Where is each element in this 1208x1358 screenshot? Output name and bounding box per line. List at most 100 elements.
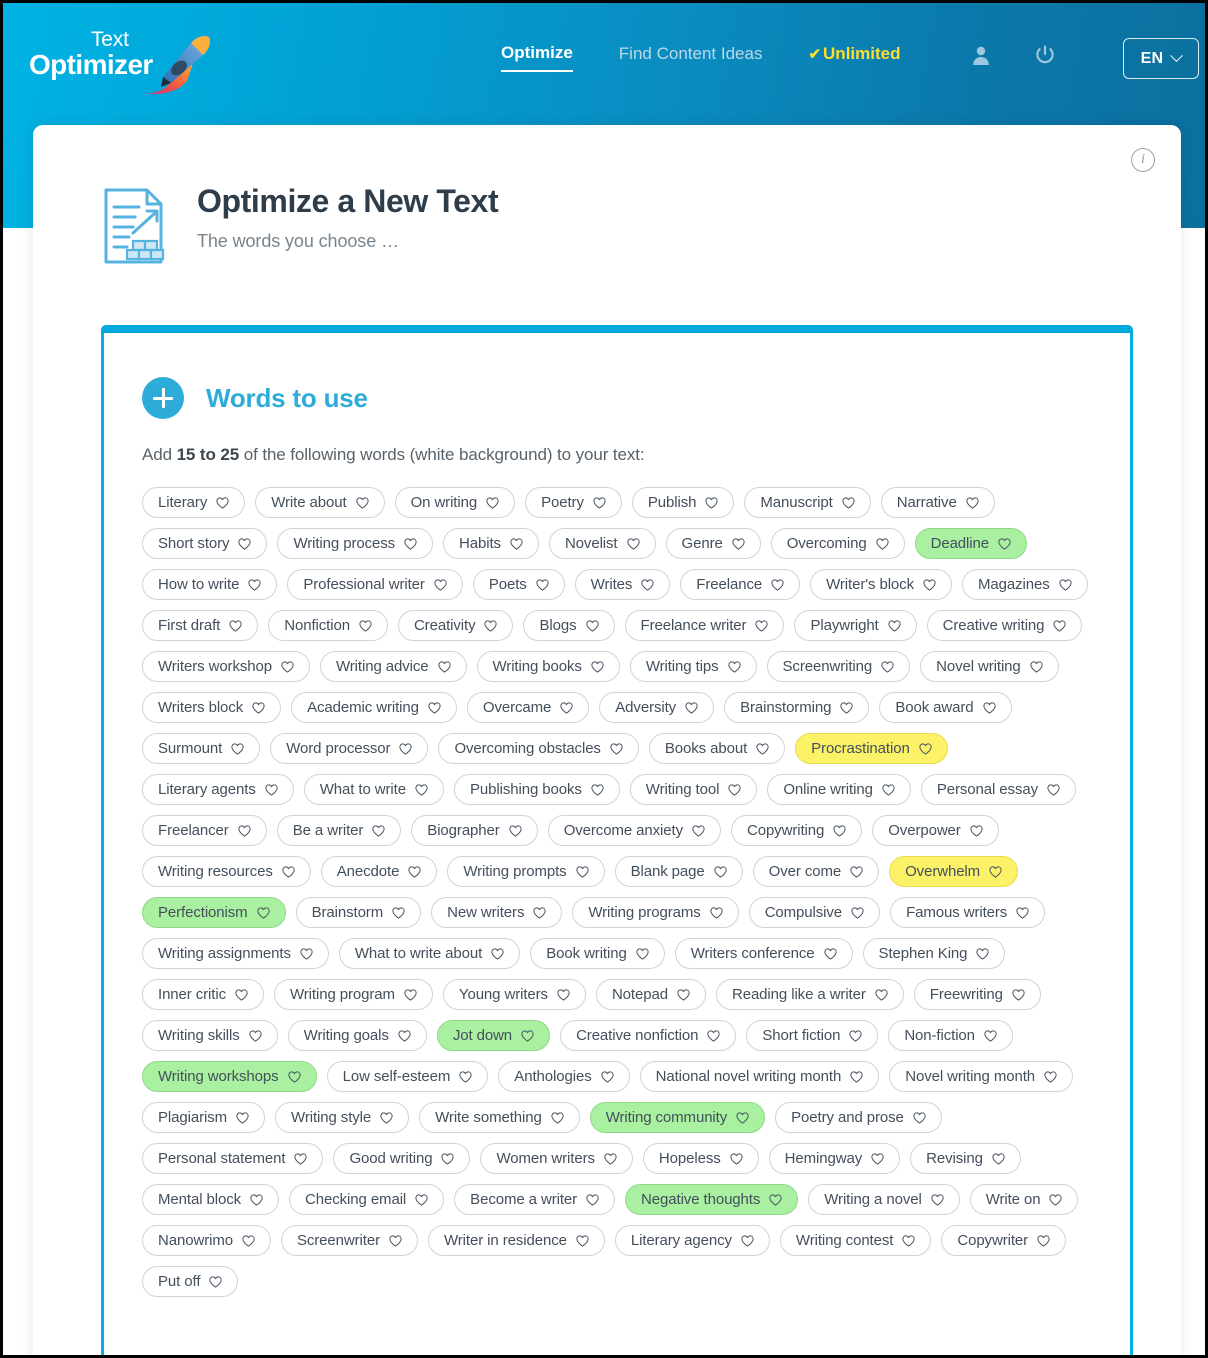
- word-tag[interactable]: Personal statement: [142, 1143, 324, 1174]
- word-tag-favorite-button[interactable]: [931, 1193, 944, 1206]
- word-tag-favorite-button[interactable]: [533, 906, 546, 919]
- word-tag[interactable]: Short story: [142, 528, 268, 559]
- word-tag-favorite-button[interactable]: [235, 988, 248, 1001]
- word-tag[interactable]: Put off: [142, 1266, 239, 1297]
- word-tag[interactable]: Brainstorming: [724, 692, 870, 723]
- word-tag[interactable]: Magazines: [961, 569, 1088, 600]
- word-tag[interactable]: Compulsive: [748, 897, 881, 928]
- word-tag[interactable]: Nanowrimo: [142, 1225, 271, 1256]
- word-tag-favorite-button[interactable]: [840, 701, 853, 714]
- word-tag[interactable]: Hopeless: [642, 1143, 759, 1174]
- word-tag[interactable]: Blogs: [523, 610, 615, 641]
- word-tag-favorite-button[interactable]: [437, 660, 451, 673]
- word-tag-favorite-button[interactable]: [600, 1070, 614, 1083]
- word-tag[interactable]: Jot down: [436, 1020, 551, 1051]
- word-tag[interactable]: New writers: [431, 897, 563, 928]
- word-tag[interactable]: Anecdote: [320, 856, 438, 887]
- word-tag-favorite-button[interactable]: [984, 1029, 997, 1042]
- word-tag-favorite-button[interactable]: [282, 865, 295, 878]
- word-tag-favorite-button[interactable]: [372, 824, 385, 837]
- word-tag[interactable]: Negative thoughts: [625, 1184, 799, 1215]
- word-tag-favorite-button[interactable]: [850, 1070, 863, 1083]
- word-tag[interactable]: Checking email: [289, 1184, 445, 1215]
- word-tag[interactable]: Mental block: [142, 1184, 280, 1215]
- word-tag-favorite-button[interactable]: [1049, 1193, 1063, 1206]
- word-tag[interactable]: Writes: [574, 569, 671, 600]
- word-tag[interactable]: Be a writer: [276, 815, 402, 846]
- word-tag-favorite-button[interactable]: [294, 1152, 308, 1165]
- word-tag[interactable]: Writing program: [274, 979, 433, 1010]
- word-tag-favorite-button[interactable]: [557, 988, 570, 1001]
- word-tag-favorite-button[interactable]: [998, 537, 1011, 550]
- word-tag-favorite-button[interactable]: [882, 783, 895, 796]
- word-tag[interactable]: Non-fiction: [888, 1020, 1013, 1051]
- word-tag-favorite-button[interactable]: [585, 619, 599, 632]
- word-tag[interactable]: Book writing: [530, 938, 665, 969]
- word-tag-favorite-button[interactable]: [1053, 619, 1067, 632]
- word-tag-favorite-button[interactable]: [1047, 783, 1060, 796]
- word-tag-favorite-button[interactable]: [769, 1193, 782, 1206]
- word-tag[interactable]: Hemingway: [768, 1143, 901, 1174]
- word-tag[interactable]: Revising: [910, 1143, 1021, 1174]
- word-tag[interactable]: Manuscript: [744, 487, 871, 518]
- word-tag-favorite-button[interactable]: [992, 1152, 1005, 1165]
- word-tag-favorite-button[interactable]: [510, 537, 523, 550]
- word-tag[interactable]: Poets: [472, 569, 565, 600]
- word-tag[interactable]: Freelance writer: [624, 610, 785, 641]
- word-tag-favorite-button[interactable]: [851, 906, 864, 919]
- word-tag-favorite-button[interactable]: [355, 496, 369, 509]
- word-tag[interactable]: Biographer: [411, 815, 538, 846]
- word-tag[interactable]: Low self-esteem: [326, 1061, 489, 1092]
- word-tag-favorite-button[interactable]: [441, 1152, 455, 1165]
- word-tag-favorite-button[interactable]: [359, 619, 372, 632]
- word-tag[interactable]: Literary: [142, 487, 246, 518]
- word-tag[interactable]: Writing prompts: [447, 856, 605, 887]
- word-tag[interactable]: Short fiction: [746, 1020, 879, 1051]
- word-tag[interactable]: First draft: [142, 610, 259, 641]
- word-tag[interactable]: Writing contest: [779, 1225, 932, 1256]
- word-tag[interactable]: Notepad: [595, 979, 706, 1010]
- word-tag-favorite-button[interactable]: [287, 1070, 301, 1083]
- word-tag[interactable]: How to write: [142, 569, 278, 600]
- word-tag[interactable]: Writing books: [476, 651, 620, 682]
- word-tag[interactable]: Word processor: [270, 733, 429, 764]
- word-tag-favorite-button[interactable]: [705, 496, 718, 509]
- word-tag[interactable]: Overcome anxiety: [547, 815, 721, 846]
- word-tag[interactable]: Overcame: [466, 692, 590, 723]
- word-tag[interactable]: Over come: [752, 856, 880, 887]
- word-tag-favorite-button[interactable]: [521, 1029, 534, 1042]
- word-tag-favorite-button[interactable]: [398, 1029, 411, 1042]
- word-tag[interactable]: Writing goals: [287, 1020, 427, 1051]
- word-tag[interactable]: Creative writing: [926, 610, 1083, 641]
- word-tag-favorite-button[interactable]: [626, 537, 640, 550]
- word-tag-favorite-button[interactable]: [389, 1234, 402, 1247]
- word-tag-favorite-button[interactable]: [576, 1234, 589, 1247]
- word-tag-favorite-button[interactable]: [1044, 1070, 1057, 1083]
- word-tag-favorite-button[interactable]: [692, 824, 705, 837]
- word-tag[interactable]: Writing tool: [629, 774, 758, 805]
- word-tag-favorite-button[interactable]: [265, 783, 278, 796]
- word-tag-favorite-button[interactable]: [966, 496, 979, 509]
- word-tag-favorite-button[interactable]: [641, 578, 654, 591]
- word-tag[interactable]: Professional writer: [287, 569, 463, 600]
- word-tag-favorite-button[interactable]: [902, 1234, 915, 1247]
- word-tag[interactable]: Online writing: [767, 774, 911, 805]
- word-tag[interactable]: Literary agents: [142, 774, 294, 805]
- nav-link-unlimited[interactable]: ✔ Unlimited: [808, 44, 900, 71]
- word-tag[interactable]: Writing style: [275, 1102, 410, 1133]
- word-tag[interactable]: Literary agency: [614, 1225, 770, 1256]
- word-tag[interactable]: Nonfiction: [268, 610, 388, 641]
- word-tag[interactable]: Overpower: [872, 815, 999, 846]
- word-tag[interactable]: Writing programs: [572, 897, 739, 928]
- word-tag-favorite-button[interactable]: [252, 701, 265, 714]
- word-tag[interactable]: Academic writing: [291, 692, 457, 723]
- word-tag-favorite-button[interactable]: [728, 783, 741, 796]
- word-tag-favorite-button[interactable]: [404, 988, 417, 1001]
- word-tag-favorite-button[interactable]: [242, 1234, 255, 1247]
- word-tag[interactable]: Poetry and prose: [775, 1102, 942, 1133]
- word-tag-favorite-button[interactable]: [849, 1029, 862, 1042]
- word-tag-favorite-button[interactable]: [250, 1193, 263, 1206]
- word-tag-favorite-button[interactable]: [238, 824, 251, 837]
- word-tag[interactable]: Novel writing: [920, 651, 1059, 682]
- word-tag-favorite-button[interactable]: [586, 1193, 599, 1206]
